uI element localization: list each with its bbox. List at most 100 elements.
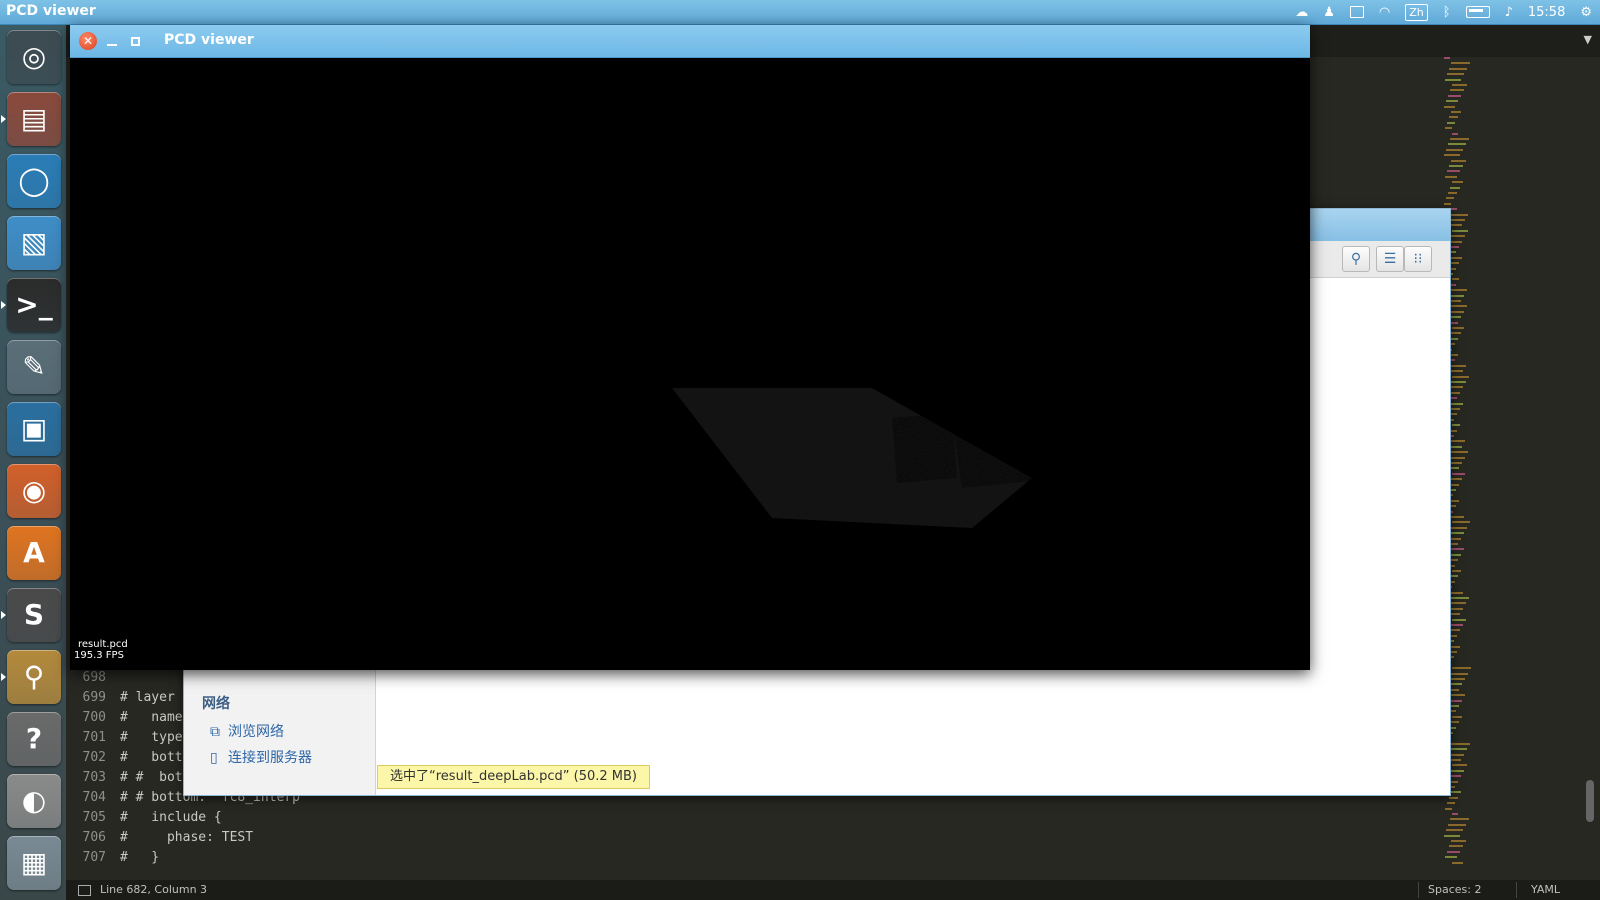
sidebar-item-browse-network[interactable]: ⧉ 浏览网络 (210, 721, 284, 741)
editor-minimap[interactable] (1440, 57, 1580, 877)
launcher-firefox[interactable]: ◉ (7, 464, 61, 518)
cursor-position: Line 682, Column 3 (100, 883, 208, 896)
launcher-help[interactable]: ? (7, 712, 61, 766)
sidebar-item-connect-server[interactable]: ▯ 连接到服务器 (210, 747, 312, 767)
minimap-line (1451, 548, 1464, 551)
launcher-image-viewer[interactable]: ▣ (7, 402, 61, 456)
minimap-line (1451, 742, 1470, 745)
tab-dropdown-icon[interactable]: ▼ (1584, 33, 1592, 46)
syntax-setting[interactable]: YAML (1531, 880, 1560, 900)
status-divider (1418, 882, 1419, 898)
code-line[interactable]: 703 # # bott (66, 768, 191, 788)
volume-icon[interactable]: ♪ (1505, 5, 1513, 20)
file-manager-sidebar: 网络 ⧉ 浏览网络 ▯ 连接到服务器 (184, 669, 376, 795)
network-icon: ⧉ (210, 724, 220, 740)
status-divider (1516, 882, 1517, 898)
list-view-icon[interactable]: ☰ (1376, 246, 1404, 272)
minimap-line (1451, 111, 1461, 113)
keyboard-icon[interactable] (1349, 6, 1364, 18)
indentation-setting[interactable]: Spaces: 2 (1428, 880, 1481, 900)
minimap-line (1449, 116, 1458, 119)
minimap-line (1452, 570, 1461, 572)
gear-icon[interactable]: ⚙ (1580, 5, 1592, 20)
minimap-line (1448, 823, 1466, 826)
launcher-sublime-text[interactable]: S (7, 588, 61, 642)
launcher-dash-home[interactable]: ◎ (7, 30, 61, 84)
wifi-icon[interactable]: ◠ (1379, 5, 1390, 20)
launcher-workspace-switcher[interactable]: ▦ (7, 836, 61, 890)
launcher-files[interactable]: ▤ (7, 92, 61, 146)
minimap-line (1450, 89, 1464, 92)
qq-penguin-icon[interactable]: ♟ (1323, 5, 1335, 20)
running-indicator (1, 115, 6, 123)
minimap-line (1450, 721, 1459, 724)
code-line[interactable]: 702 # botto (66, 748, 191, 768)
pcd-viewer-window: ✕ PCD viewer result.pcd 195.3 FPS (70, 25, 1310, 670)
close-icon[interactable]: ✕ (79, 32, 97, 50)
active-app-title: PCD viewer (6, 3, 96, 19)
line-number: 704 (82, 790, 106, 805)
minimap-line (1452, 132, 1458, 135)
code-line[interactable]: 706 # phase: TEST (66, 828, 254, 848)
grid-view-icon[interactable]: ⁝⁝ (1404, 246, 1432, 272)
minimap-line (1447, 73, 1464, 76)
running-indicator (1, 673, 6, 681)
search-icon[interactable]: ⚲ (1342, 246, 1370, 272)
indicator-area: ☁ ♟ ◠ Zh ᛒ ♪ 15:58 ⚙ (1295, 0, 1592, 24)
software-center-icon: A (23, 536, 45, 569)
fps-counter: 195.3 FPS (74, 650, 124, 661)
minimap-line (1449, 67, 1467, 70)
code-line[interactable]: 700 # name (66, 708, 183, 728)
minimap-line (1449, 310, 1464, 313)
top-panel: PCD viewer ☁ ♟ ◠ Zh ᛒ ♪ 15:58 ⚙ (0, 0, 1600, 25)
line-number: 701 (82, 730, 106, 745)
launcher-chromium[interactable]: ◯ (7, 154, 61, 208)
minimap-line (1451, 402, 1463, 405)
minimap-line (1446, 197, 1454, 200)
minimap-line (1444, 154, 1460, 157)
launcher-libreoffice-writer[interactable]: ▧ (7, 216, 61, 270)
server-icon: ▯ (210, 750, 218, 766)
cloud-sync-icon[interactable]: ☁ (1295, 5, 1308, 20)
code-line[interactable]: 705 # include { (66, 808, 222, 828)
line-text: # botto (120, 750, 191, 765)
minimap-line (1450, 818, 1469, 821)
furniture-cloud (952, 408, 1062, 488)
minimap-line (1447, 170, 1460, 173)
maximize-icon[interactable] (126, 32, 144, 50)
line-text: # } (120, 850, 160, 865)
image-search-icon: ⚲ (23, 660, 45, 693)
minimap-line (1450, 138, 1469, 140)
clock[interactable]: 15:58 (1528, 5, 1565, 20)
minimap-line (1450, 429, 1457, 432)
point-cloud-viewport[interactable]: result.pcd 195.3 FPS (72, 58, 1308, 667)
code-line[interactable]: 701 # type: (66, 728, 191, 748)
minimap-line (1452, 764, 1467, 767)
launcher-terminal[interactable]: >_ (7, 278, 61, 332)
launcher-software-center[interactable]: A (7, 526, 61, 580)
editor-scrollbar[interactable] (1586, 780, 1594, 822)
minimap-line (1449, 796, 1458, 799)
panel-toggle-icon[interactable] (78, 885, 91, 896)
minimap-line (1446, 148, 1463, 151)
minimap-line (1449, 845, 1463, 848)
minimize-icon[interactable] (103, 32, 121, 50)
battery-icon[interactable] (1465, 6, 1490, 18)
minimap-line (1452, 424, 1460, 427)
bluetooth-icon[interactable]: ᛒ (1443, 5, 1451, 20)
code-line[interactable]: 707 # } (66, 848, 160, 868)
sidebar-heading-network: 网络 (202, 696, 230, 712)
launcher-image-search[interactable]: ⚲ (7, 650, 61, 704)
terminal-icon: >_ (15, 288, 53, 321)
code-line[interactable]: 698 (66, 668, 120, 688)
launcher-disk-drive[interactable]: ◐ (7, 774, 61, 828)
pcd-viewer-titlebar[interactable]: ✕ PCD viewer (70, 25, 1310, 58)
input-method-indicator[interactable]: Zh (1405, 3, 1428, 21)
code-line[interactable]: 699 # layer { (66, 688, 191, 708)
minimap-line (1448, 94, 1461, 97)
minimap-line (1449, 602, 1466, 605)
system-settings-icon: ✎ (22, 350, 46, 383)
sidebar-item-label: 浏览网络 (228, 724, 284, 740)
line-number: 700 (82, 710, 106, 725)
launcher-system-settings[interactable]: ✎ (7, 340, 61, 394)
